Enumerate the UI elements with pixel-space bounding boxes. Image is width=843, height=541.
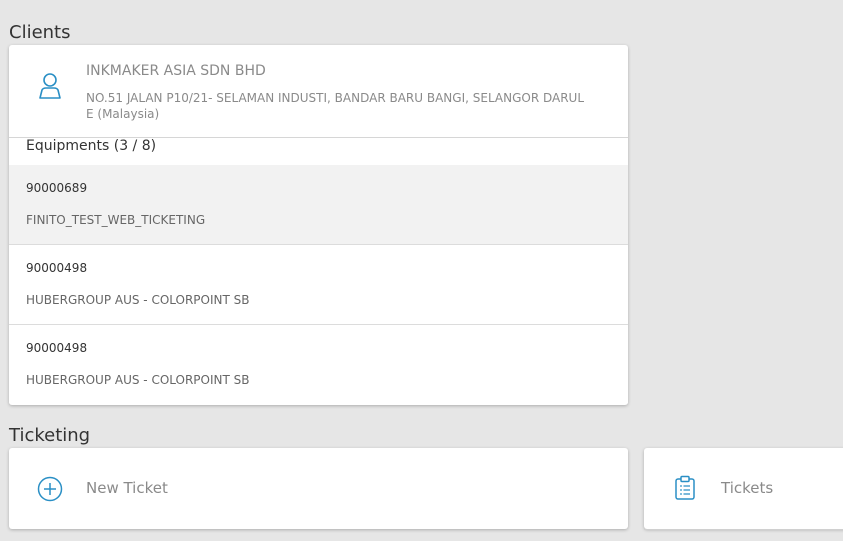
plus-circle-icon xyxy=(37,476,63,502)
clients-section-title: Clients xyxy=(9,22,71,43)
equipment-name: FINITO_TEST_WEB_TICKETING xyxy=(26,213,206,227)
equipments-header: Equipments (3 / 8) xyxy=(26,138,157,154)
user-icon xyxy=(38,72,62,100)
equipment-id: 90000498 xyxy=(26,341,88,355)
ticketing-section-title: Ticketing xyxy=(9,425,91,446)
tickets-label: Tickets xyxy=(721,479,774,497)
new-ticket-button[interactable]: New Ticket xyxy=(9,448,628,529)
client-card: INKMAKER ASIA SDN BHD NO.51 JALAN P10/21… xyxy=(9,45,628,405)
equipment-item[interactable]: 90000689 FINITO_TEST_WEB_TICKETING xyxy=(9,165,628,245)
tickets-button[interactable]: Tickets xyxy=(644,448,843,529)
equipment-item[interactable]: 90000498 HUBERGROUP AUS - COLORPOINT SB xyxy=(9,245,628,325)
equipment-id: 90000498 xyxy=(26,261,88,275)
equipment-list: 90000689 FINITO_TEST_WEB_TICKETING 90000… xyxy=(9,165,628,404)
client-name: INKMAKER ASIA SDN BHD xyxy=(86,63,266,79)
equipment-item[interactable]: 90000498 HUBERGROUP AUS - COLORPOINT SB xyxy=(9,325,628,404)
equipment-id: 90000689 xyxy=(26,181,88,195)
new-ticket-label: New Ticket xyxy=(86,479,168,497)
equipment-name: HUBERGROUP AUS - COLORPOINT SB xyxy=(26,293,250,307)
divider xyxy=(644,529,843,530)
client-address: NO.51 JALAN P10/21- SELAMAN INDUSTI, BAN… xyxy=(86,91,585,121)
client-header[interactable]: INKMAKER ASIA SDN BHD NO.51 JALAN P10/21… xyxy=(9,45,628,138)
clipboard-icon xyxy=(674,475,696,501)
equipment-name: HUBERGROUP AUS - COLORPOINT SB xyxy=(26,373,250,387)
